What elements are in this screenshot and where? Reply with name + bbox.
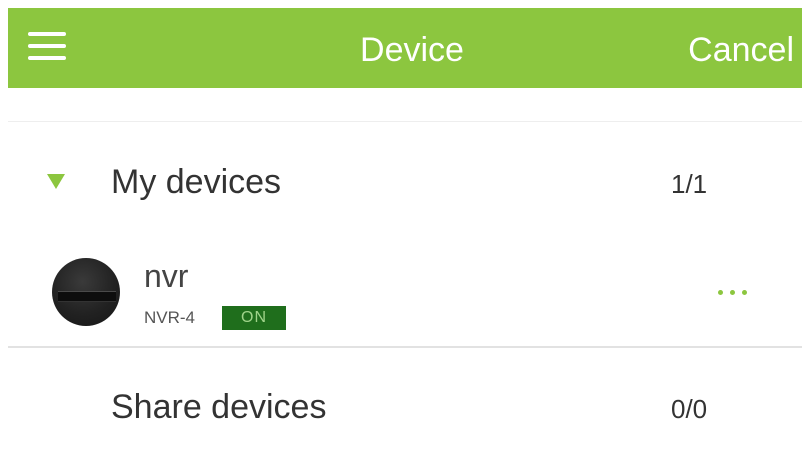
device-list-item[interactable]: nvr NVR-4 ON	[8, 252, 802, 338]
page-title: Device	[360, 31, 464, 69]
group-share-devices[interactable]: Share devices 0/0	[8, 372, 802, 442]
device-avatar	[52, 258, 120, 326]
group-count: 0/0	[671, 394, 708, 424]
device-model: NVR-4	[144, 308, 196, 327]
cancel-button[interactable]: Cancel	[688, 30, 794, 70]
expand-arrow-icon[interactable]	[47, 174, 65, 189]
group-count: 1/1	[671, 169, 708, 199]
divider	[8, 346, 802, 348]
divider	[8, 121, 802, 122]
group-label: Share devices	[111, 388, 327, 426]
group-label: My devices	[111, 163, 282, 201]
header-bar: Device Cancel	[8, 8, 802, 88]
status-badge: ON	[222, 306, 286, 330]
device-name: nvr	[144, 258, 189, 294]
more-dots-icon[interactable]	[714, 287, 754, 299]
device-screen: Device Cancel My devices 1/1 nvr NVR-4 O…	[0, 0, 802, 458]
group-my-devices[interactable]: My devices 1/1	[8, 147, 802, 217]
nvr-device-icon	[58, 291, 116, 302]
